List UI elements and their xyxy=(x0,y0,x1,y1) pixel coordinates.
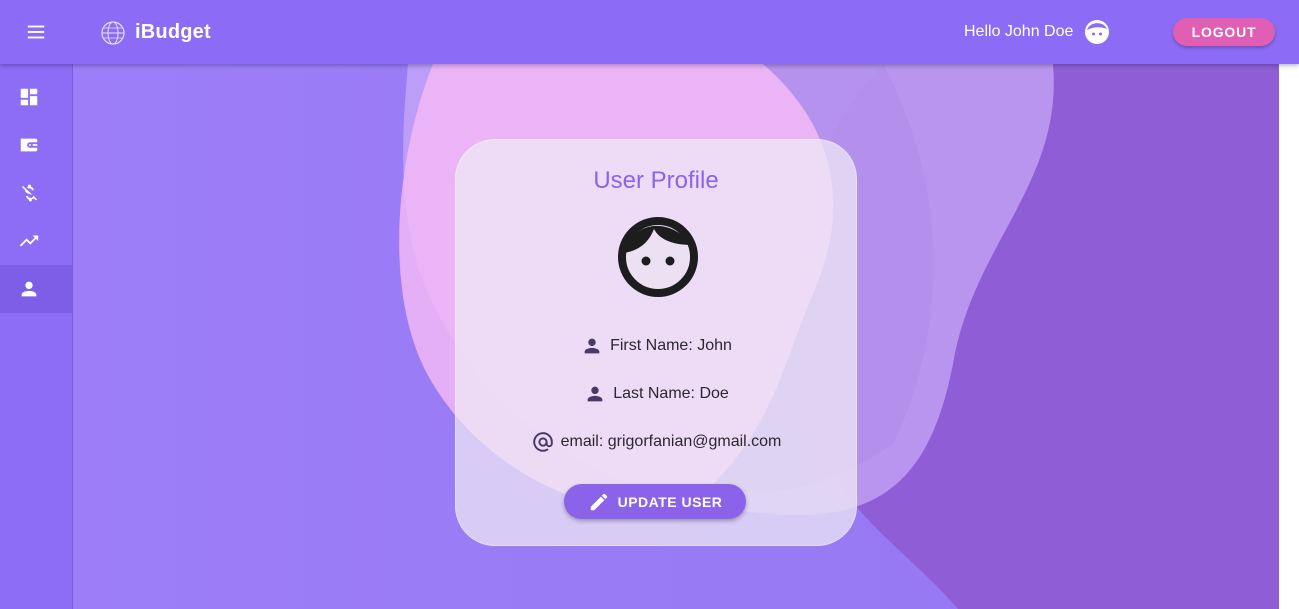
person-icon xyxy=(583,382,607,406)
menu-button[interactable] xyxy=(16,12,56,52)
person-icon xyxy=(580,334,604,358)
last-name-text: Last Name: Doe xyxy=(613,385,729,402)
money-off-icon xyxy=(21,184,38,202)
first-name-text: First Name: John xyxy=(610,337,732,354)
user-profile-card: User Profile First Name: John Last Name:… xyxy=(455,139,857,546)
scrollbar-gutter xyxy=(1279,64,1299,609)
trending-up-icon xyxy=(19,235,39,247)
first-name-row: First Name: John xyxy=(456,334,856,358)
face-avatar-icon[interactable] xyxy=(1083,18,1111,46)
pencil-icon xyxy=(590,493,607,510)
logout-button[interactable]: LOGOUT xyxy=(1173,18,1275,46)
email-row: email: grigorfanian@gmail.com xyxy=(456,430,856,454)
at-sign-icon xyxy=(531,430,555,454)
menu-icon xyxy=(27,25,45,39)
person-icon xyxy=(21,281,37,297)
globe-logo-icon xyxy=(101,21,125,45)
card-title: User Profile xyxy=(593,167,719,194)
app-title: iBudget xyxy=(135,21,211,43)
dashboard-icon xyxy=(20,88,38,106)
sidebar-item-dashboard[interactable] xyxy=(0,73,72,121)
sidebar-item-profile[interactable] xyxy=(0,265,72,313)
app-bar: iBudget Hello John Doe LOGOUT xyxy=(0,0,1299,64)
sidebar xyxy=(0,64,73,609)
greeting-text: Hello John Doe xyxy=(964,23,1074,40)
wallet-icon xyxy=(20,138,38,152)
update-user-label: UPDATE USER xyxy=(617,493,723,510)
update-user-button[interactable]: UPDATE USER xyxy=(564,484,746,519)
last-name-row: Last Name: Doe xyxy=(456,382,856,406)
face-avatar-icon xyxy=(618,217,698,297)
sidebar-item-wallet[interactable] xyxy=(0,121,72,169)
email-text: email: grigorfanian@gmail.com xyxy=(560,433,782,450)
sidebar-item-expenses[interactable] xyxy=(0,169,72,217)
sidebar-item-trends[interactable] xyxy=(0,217,72,265)
